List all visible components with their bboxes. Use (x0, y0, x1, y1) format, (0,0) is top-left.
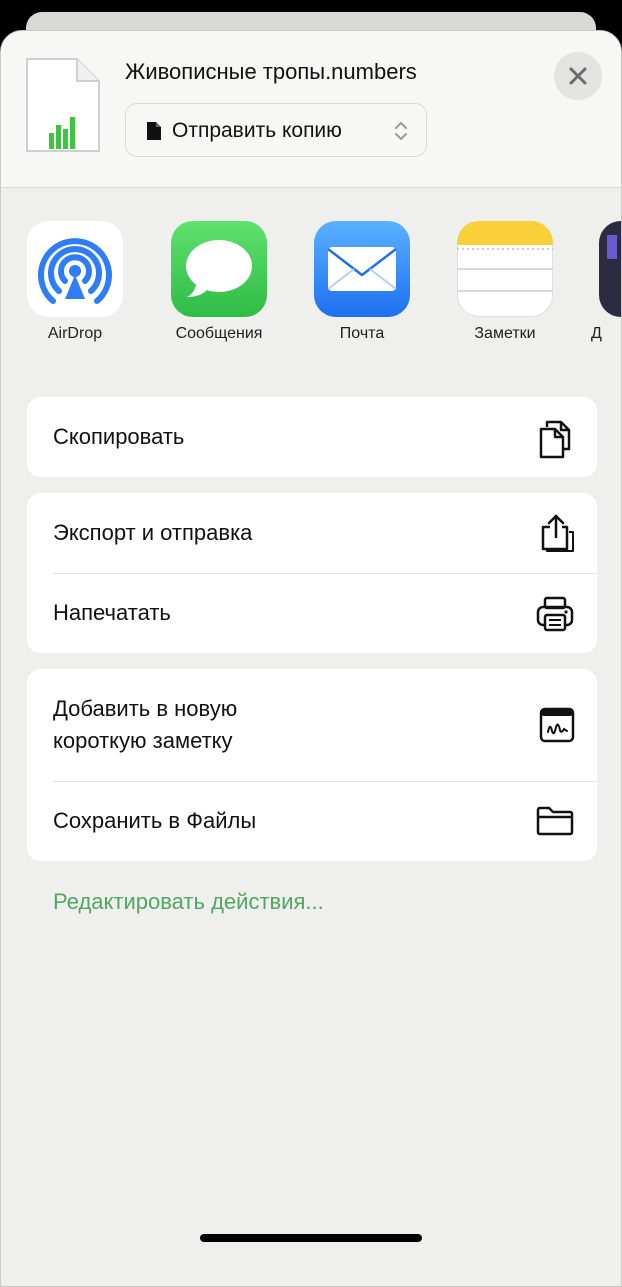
save-to-files-label: Сохранить в Файлы (53, 808, 257, 833)
messages-icon (171, 221, 267, 317)
edit-actions-link[interactable]: Редактировать действия... (53, 889, 324, 915)
share-target-label: AirDrop (47, 325, 103, 342)
copy-group: Скопировать (27, 397, 597, 477)
share-targets-row: AirDrop Сообщения Почта Заметки Д (1, 219, 621, 349)
copy-action[interactable]: Скопировать (27, 397, 597, 477)
folder-icon (535, 805, 575, 842)
copy-label: Скопировать (53, 424, 185, 449)
note-files-group: Добавить в новую короткую заметку Сохран… (27, 669, 597, 861)
document-icon (146, 121, 162, 146)
home-indicator[interactable] (200, 1234, 422, 1242)
share-sheet: Живописные тропы.numbers Отправить копию (0, 30, 622, 1287)
share-target-label: Почта (339, 325, 385, 342)
close-button[interactable] (554, 52, 602, 100)
quick-note-action[interactable]: Добавить в новую короткую заметку (27, 669, 597, 781)
copy-icon (537, 419, 575, 464)
export-label: Экспорт и отправка (53, 520, 253, 545)
share-icon (537, 513, 575, 558)
print-label: Напечатать (53, 600, 171, 625)
share-target-label: Заметки (474, 325, 536, 342)
send-option-label: Отправить копию (172, 119, 342, 142)
mail-icon (314, 221, 410, 317)
share-header: Живописные тропы.numbers Отправить копию (1, 31, 621, 188)
close-icon (569, 67, 587, 85)
save-to-files-action[interactable]: Сохранить в Файлы (27, 781, 597, 861)
numbers-document-icon (25, 57, 101, 153)
export-print-group: Экспорт и отправка Напечатать (27, 493, 597, 653)
printer-icon (535, 595, 575, 638)
partial-app-icon (599, 221, 621, 317)
chevron-up-down-icon (394, 119, 408, 148)
share-target-label: Сообщения (175, 325, 263, 342)
share-target-label: Д (591, 325, 602, 342)
print-action[interactable]: Напечатать (27, 573, 597, 653)
export-action[interactable]: Экспорт и отправка (27, 493, 597, 573)
quick-note-label-line1: Добавить в новую (53, 696, 238, 721)
document-title: Живописные тропы.numbers (125, 59, 417, 84)
quick-note-label-line2: короткую заметку (53, 728, 233, 753)
quick-note-icon (539, 707, 575, 748)
notes-icon (457, 221, 553, 317)
airdrop-icon (27, 221, 123, 317)
send-copy-selector[interactable]: Отправить копию (125, 103, 427, 157)
